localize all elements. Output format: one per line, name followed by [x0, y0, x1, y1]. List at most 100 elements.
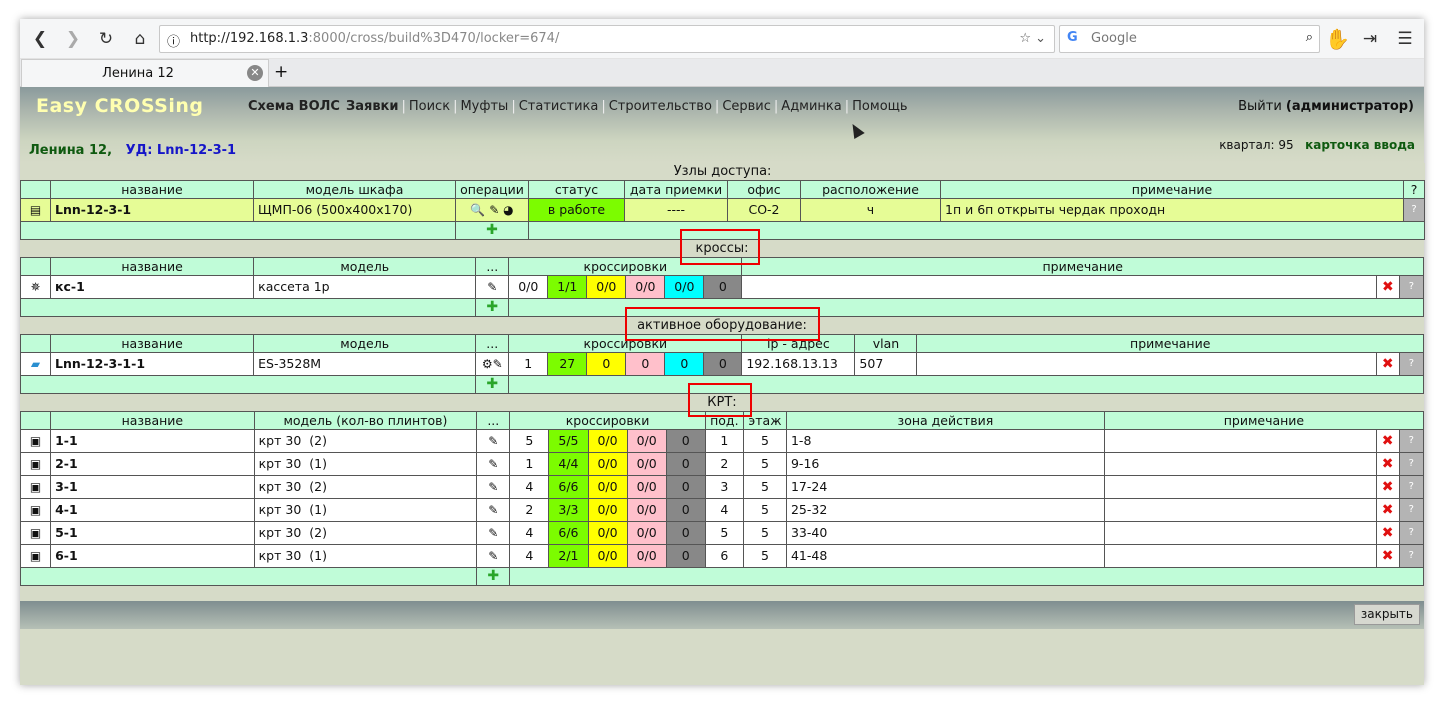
- krt-row: ▣ 4-1 крт 30 (1) ✎ 2 3/3 0/0 0/0 0 4 5 25-32 ✖?: [19, 497, 1425, 522]
- menu-service[interactable]: Сервис: [719, 99, 774, 114]
- krt-zone: 9-16: [785, 451, 1105, 476]
- cross-name[interactable]: кс-1: [50, 274, 255, 299]
- stop-hand-icon[interactable]: ✋: [1325, 27, 1350, 51]
- active-ops: ⚙✎: [475, 351, 510, 376]
- crossing-green: 3/3: [548, 497, 589, 522]
- info-icon[interactable]: ⓘ: [167, 31, 180, 50]
- cross-section-title: кроссы:: [20, 240, 1424, 257]
- url-host: http://192.168.1.3: [190, 31, 309, 46]
- crossing-green: 6/6: [548, 474, 589, 499]
- menu-construction[interactable]: Строительство: [606, 99, 715, 114]
- menu-scheme[interactable]: Схема ВОЛС: [245, 99, 343, 114]
- search-placeholder: Google: [1091, 31, 1137, 46]
- delete-icon[interactable]: ✖: [1375, 428, 1400, 453]
- sidebar-toggle-icon[interactable]: ⇥: [1358, 27, 1382, 51]
- help-icon[interactable]: ?: [1398, 543, 1425, 568]
- krt-model-name: крт 30: [258, 456, 302, 471]
- krt-name[interactable]: 2-1: [50, 451, 255, 476]
- col-ops: операции: [455, 179, 529, 199]
- forward-icon[interactable]: ❯: [61, 27, 85, 51]
- krt-plinth-count: (2): [309, 479, 327, 494]
- crossing-green: 5/5: [548, 428, 589, 453]
- menu-help[interactable]: Помощь: [849, 99, 910, 114]
- search-icon[interactable]: ⌕: [1306, 30, 1313, 45]
- krt-floor: 5: [742, 428, 787, 453]
- settings-icon[interactable]: ⚙: [482, 357, 493, 371]
- edit-icon[interactable]: ✎: [476, 474, 511, 499]
- help-icon[interactable]: ?: [1402, 197, 1426, 222]
- close-button[interactable]: закрыть: [1353, 604, 1420, 625]
- delete-icon[interactable]: ✖: [1375, 497, 1400, 522]
- reload-icon[interactable]: ↻: [94, 27, 118, 51]
- active-name[interactable]: Lnn-12-3-1-1: [50, 351, 255, 376]
- logout-link[interactable]: Выйти: [1238, 99, 1282, 114]
- krt-model: крт 30 (1): [253, 543, 478, 568]
- delete-icon[interactable]: ✖: [1375, 274, 1400, 299]
- delete-icon[interactable]: ✖: [1375, 543, 1400, 568]
- crossing-gray: 0: [665, 428, 706, 453]
- help-icon[interactable]: ?: [1398, 274, 1425, 299]
- col-model: модель (кол-во плинтов): [253, 410, 478, 430]
- menu-search[interactable]: Поиск: [406, 99, 453, 114]
- help-icon[interactable]: ?: [1398, 520, 1425, 545]
- help-icon[interactable]: ?: [1398, 351, 1425, 376]
- edit-icon[interactable]: ✎: [476, 451, 511, 476]
- menu-icon[interactable]: ☰: [1393, 27, 1417, 51]
- krt-model: крт 30 (1): [253, 497, 478, 522]
- url-bar[interactable]: ⓘ http://192.168.1.3:8000/cross/build%3D…: [159, 25, 1055, 53]
- close-tab-icon[interactable]: ✕: [247, 65, 263, 81]
- back-icon[interactable]: ❮: [28, 27, 52, 51]
- tab-active[interactable]: Ленина 12 ✕: [21, 59, 269, 87]
- card-link[interactable]: карточка ввода: [1305, 138, 1415, 152]
- menu-statistics[interactable]: Статистика: [516, 99, 602, 114]
- delete-icon[interactable]: ✖: [1375, 451, 1400, 476]
- krt-name[interactable]: 3-1: [50, 474, 255, 499]
- active-model: ES-3528M: [253, 351, 477, 376]
- breadcrumb-node[interactable]: УД: Lnn-12-3-1: [126, 143, 237, 158]
- krt-row: ▣ 5-1 крт 30 (2) ✎ 4 6/6 0/0 0/0 0 5 5 33-40 ✖?: [19, 520, 1425, 545]
- crossing-pink: 0/0: [626, 520, 667, 545]
- new-tab-icon[interactable]: +: [274, 62, 288, 82]
- crossing-pink: 0/0: [626, 451, 667, 476]
- add-krt-icon[interactable]: ✚: [476, 566, 511, 586]
- col-help: ?: [1402, 179, 1426, 199]
- help-icon[interactable]: ?: [1398, 497, 1425, 522]
- crossing-pink: 0/0: [626, 428, 667, 453]
- krt-name[interactable]: 6-1: [50, 543, 255, 568]
- edit-icon[interactable]: ✎: [476, 497, 511, 522]
- add-cross-icon[interactable]: ✚: [475, 297, 510, 317]
- help-icon[interactable]: ?: [1398, 474, 1425, 499]
- help-icon[interactable]: ?: [1398, 428, 1425, 453]
- help-icon[interactable]: ?: [1398, 451, 1425, 476]
- menu-admin[interactable]: Админка: [778, 99, 844, 114]
- add-node-icon[interactable]: ✚: [455, 220, 529, 240]
- crossing-pink: 0/0: [626, 497, 667, 522]
- col-zone: зона действия: [785, 410, 1105, 430]
- krt-name[interactable]: 4-1: [50, 497, 255, 522]
- home-icon[interactable]: ⌂: [128, 27, 152, 51]
- delete-icon[interactable]: ✖: [1375, 351, 1400, 376]
- node-name[interactable]: Lnn-12-3-1: [50, 197, 254, 222]
- gear-icon[interactable]: ◕: [503, 203, 513, 217]
- menu-couplings[interactable]: Муфты: [457, 99, 511, 114]
- edit-icon[interactable]: ✎: [493, 357, 503, 371]
- krt-name[interactable]: 1-1: [50, 428, 255, 453]
- edit-icon[interactable]: ✎: [476, 543, 511, 568]
- search-box[interactable]: G Google ⌕: [1059, 25, 1320, 53]
- cross-model: кассета 1р: [253, 274, 477, 299]
- bookmark-star-icon[interactable]: ☆ ⌄: [1019, 31, 1046, 46]
- add-active-icon[interactable]: ✚: [475, 374, 510, 394]
- edit-icon[interactable]: ✎: [475, 274, 510, 299]
- delete-icon[interactable]: ✖: [1375, 474, 1400, 499]
- crossing-total: 4: [509, 543, 550, 568]
- search-icon[interactable]: 🔍: [470, 203, 485, 217]
- col-more: ...: [475, 333, 510, 353]
- edit-icon[interactable]: ✎: [476, 428, 511, 453]
- delete-icon[interactable]: ✖: [1375, 520, 1400, 545]
- breadcrumb-street[interactable]: Ленина 12,: [29, 143, 112, 158]
- krt-name[interactable]: 5-1: [50, 520, 255, 545]
- krt-model-name: крт 30: [258, 479, 302, 494]
- edit-icon[interactable]: ✎: [489, 203, 499, 217]
- edit-icon[interactable]: ✎: [476, 520, 511, 545]
- menu-requests[interactable]: Заявки: [343, 99, 402, 114]
